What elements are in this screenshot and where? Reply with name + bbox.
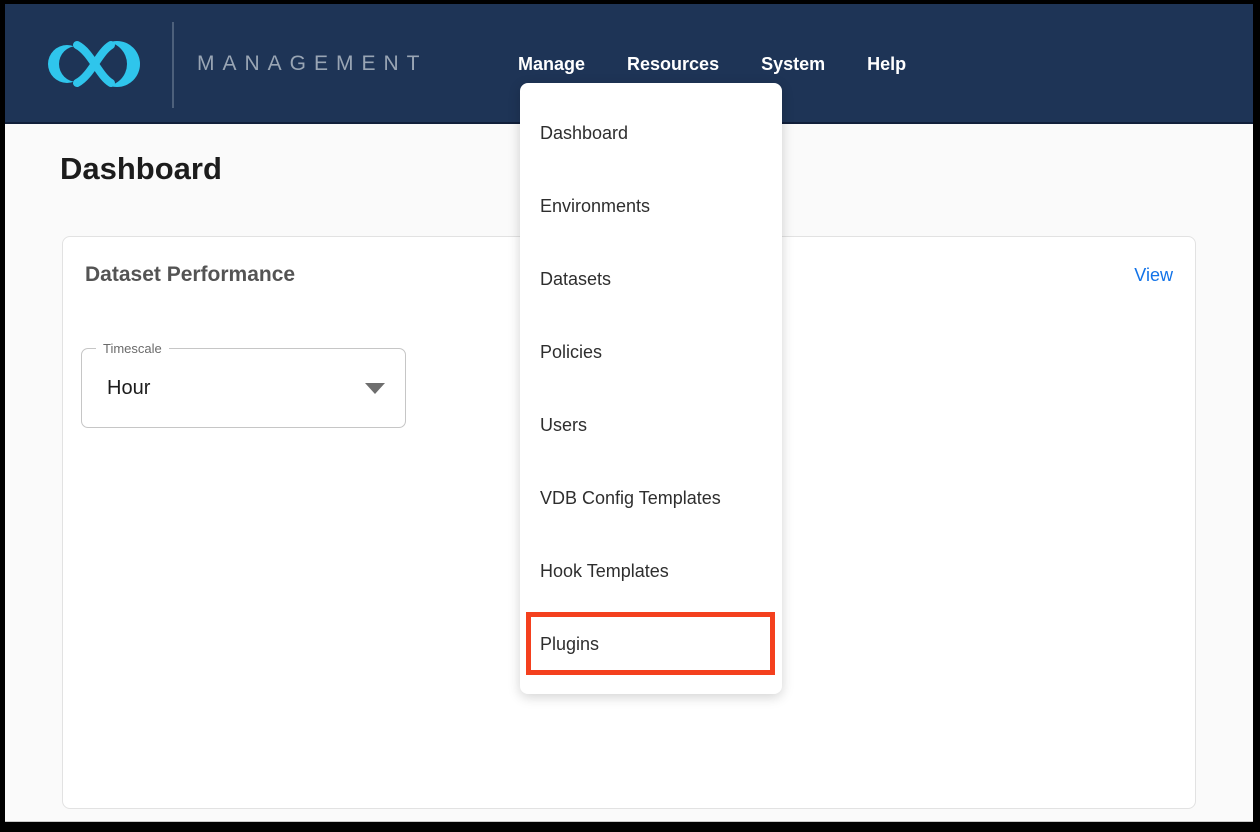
menu-item-hook-templates[interactable]: Hook Templates bbox=[520, 535, 782, 608]
page-title: Dashboard bbox=[60, 151, 222, 187]
nav-item-manage[interactable]: Manage bbox=[518, 54, 585, 75]
timescale-select[interactable]: Timescale Hour bbox=[81, 348, 406, 428]
manage-dropdown-menu: Dashboard Environments Datasets Policies… bbox=[520, 83, 782, 694]
menu-item-users[interactable]: Users bbox=[520, 389, 782, 462]
view-link[interactable]: View bbox=[1134, 265, 1173, 286]
menu-item-vdb-config-templates[interactable]: VDB Config Templates bbox=[520, 462, 782, 535]
menu-item-datasets[interactable]: Datasets bbox=[520, 243, 782, 316]
menu-item-plugins-label: Plugins bbox=[540, 634, 599, 655]
nav-item-system[interactable]: System bbox=[761, 54, 825, 75]
nav-item-resources[interactable]: Resources bbox=[627, 54, 719, 75]
screenshot-frame: MANAGEMENT Manage Resources System Help … bbox=[5, 4, 1253, 822]
menu-item-dashboard[interactable]: Dashboard bbox=[520, 97, 782, 170]
menu-item-policies[interactable]: Policies bbox=[520, 316, 782, 389]
brand-title: MANAGEMENT bbox=[197, 4, 428, 124]
menu-item-plugins[interactable]: Plugins bbox=[520, 608, 782, 681]
delphix-logo-icon[interactable] bbox=[45, 28, 141, 100]
caret-down-icon bbox=[365, 383, 385, 394]
nav-item-help[interactable]: Help bbox=[867, 54, 906, 75]
navbar-divider bbox=[172, 22, 174, 108]
card-title: Dataset Performance bbox=[85, 263, 295, 287]
menu-item-environments[interactable]: Environments bbox=[520, 170, 782, 243]
timescale-select-value: Hour bbox=[107, 349, 150, 427]
